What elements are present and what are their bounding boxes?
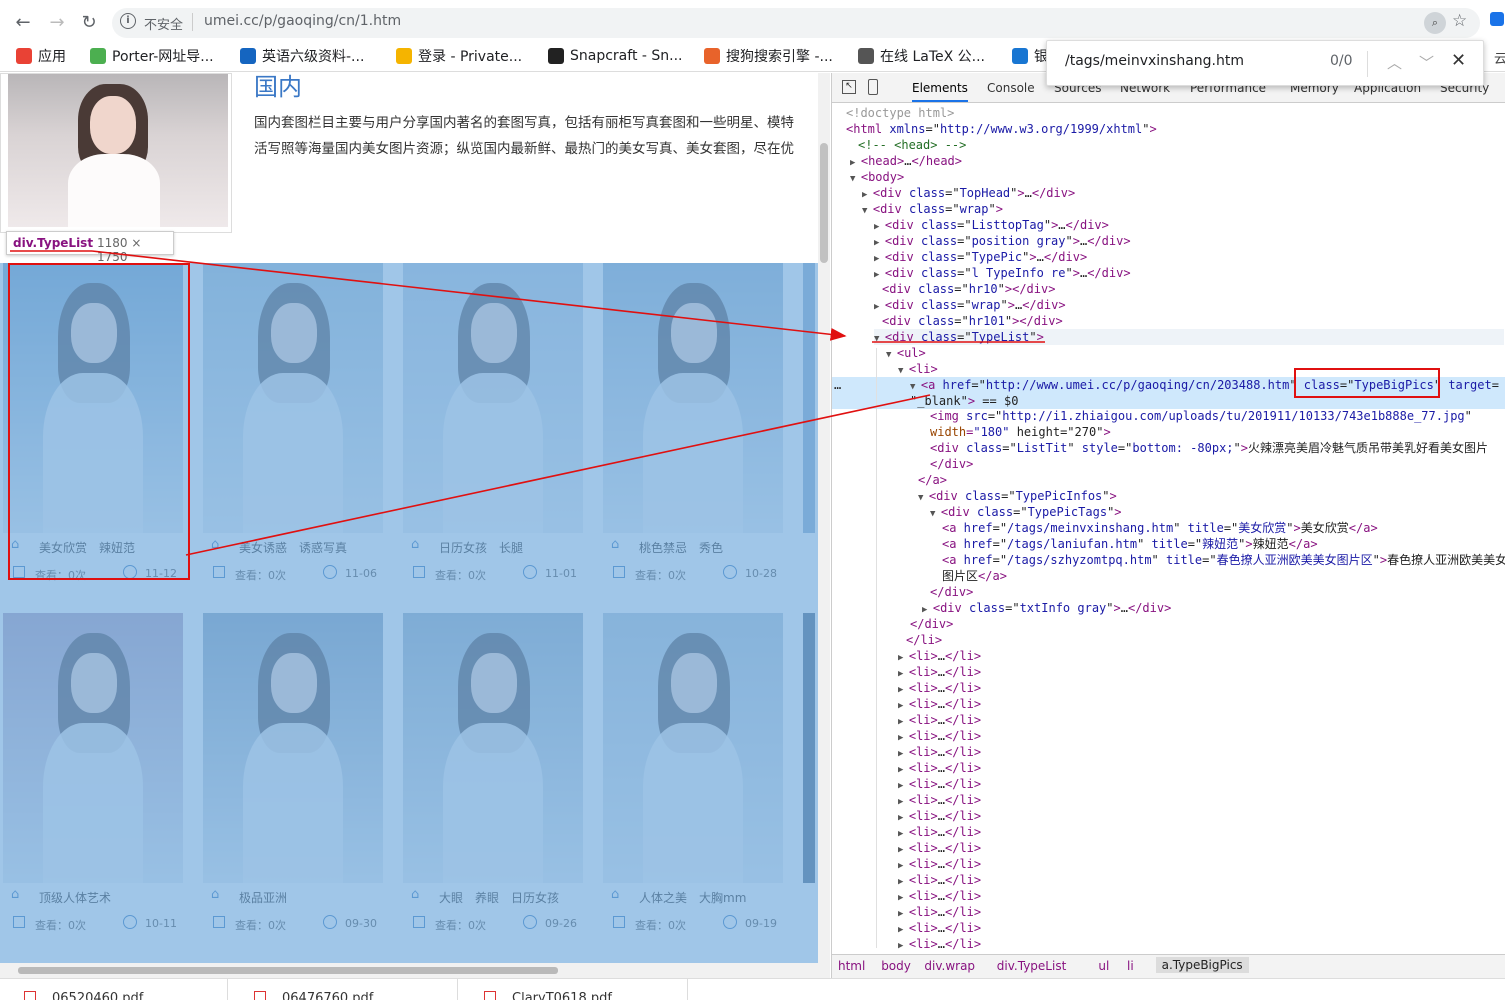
find-close-icon[interactable]: ✕	[1451, 50, 1466, 71]
find-separator	[1367, 51, 1368, 77]
find-prev-icon[interactable]: ︿	[1387, 52, 1402, 73]
pdf-file-icon	[254, 991, 266, 1000]
download-filename: 06520460.pdf	[52, 991, 144, 1000]
download-item[interactable]: ClaryT0618.pdf	[460, 979, 688, 1000]
annotation-arrows	[10, 250, 1440, 556]
download-filename: ClaryT0618.pdf	[512, 991, 612, 1000]
typebigpics-highlight-box	[1294, 368, 1440, 398]
download-filename: 06476760.pdf	[282, 991, 374, 1000]
download-item[interactable]: 06476760.pdf	[230, 979, 458, 1000]
arrow-card-to-anchor	[185, 394, 931, 556]
pdf-file-icon	[24, 991, 36, 1000]
download-item[interactable]: 06520460.pdf	[0, 979, 228, 1000]
download-shelf: 06520460.pdf 06476760.pdf ClaryT0618.pdf	[0, 978, 1505, 1000]
find-next-icon[interactable]: ﹀	[1419, 52, 1434, 73]
arrow-typelist-to-dom	[91, 250, 847, 341]
find-count: 0/0	[1330, 53, 1353, 69]
pdf-file-icon	[484, 991, 496, 1000]
find-query[interactable]: /tags/meinvxinshang.htm	[1065, 53, 1244, 69]
find-bar: /tags/meinvxinshang.htm 0/0 ︿ ﹀ ✕	[1046, 40, 1484, 86]
